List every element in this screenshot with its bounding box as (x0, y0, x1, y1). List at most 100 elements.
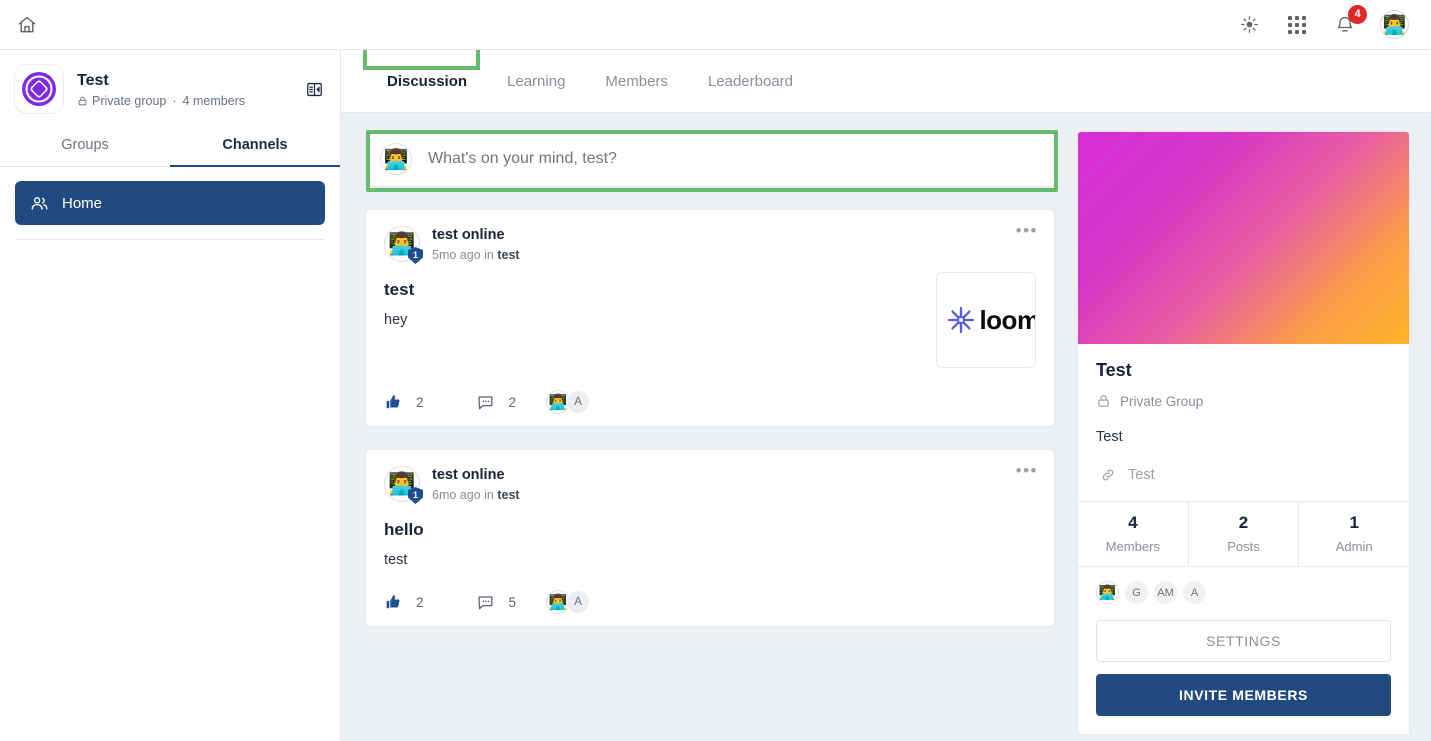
body: Test Private group · 4 members Groups Ch… (0, 50, 1431, 741)
post-time-text: 5mo ago in (432, 248, 498, 262)
notification-badge: 4 (1348, 4, 1367, 24)
loom-starburst-icon (948, 306, 975, 334)
stat-members: 4 Members (1078, 502, 1188, 566)
post-author[interactable]: test online (432, 466, 520, 484)
composer-avatar: 👨‍💻 (380, 143, 412, 175)
stat-members-label: Members (1105, 539, 1160, 554)
home-icon[interactable] (14, 12, 40, 38)
post-author[interactable]: test online (432, 226, 520, 244)
user-avatar[interactable]: 👨‍💻 (1380, 10, 1409, 39)
notifications-bell[interactable]: 4 (1332, 4, 1367, 38)
stat-members-value: 4 (1128, 513, 1138, 532)
reactor-avatar[interactable]: A (566, 390, 591, 414)
top-bar: 4 👨‍💻 (0, 0, 1431, 50)
group-banner (1078, 132, 1409, 344)
group-info-panel: Test Private Group Test Test 4 Members 2… (1077, 131, 1410, 735)
people-icon (31, 196, 48, 210)
loom-logo: loom (946, 304, 1036, 336)
group-panel-title: Test (1096, 360, 1132, 380)
post-channel[interactable]: test (497, 248, 519, 262)
comment-button[interactable]: 5 (476, 593, 517, 612)
left-sidebar: Test Private group · 4 members Groups Ch… (0, 50, 341, 741)
post-text: hey (384, 312, 408, 328)
tab-leaderboard[interactable]: Leaderboard (688, 50, 813, 112)
comment-count: 5 (508, 594, 517, 610)
post-channel[interactable]: test (497, 488, 519, 502)
like-count: 2 (416, 394, 424, 410)
tab-members[interactable]: Members (585, 50, 688, 112)
group-link-row[interactable]: Test (1096, 467, 1391, 483)
post-timestamp: 6mo ago in test (432, 488, 520, 502)
post-header: 👨‍💻 1 test online 5mo ago in test (384, 226, 1036, 264)
member-avatar[interactable]: 👨‍💻 (1096, 581, 1119, 604)
like-count: 2 (416, 594, 424, 610)
group-logo (14, 64, 64, 114)
reactor-avatars: 👨‍💻 A (546, 390, 591, 414)
post-body-text: test hey (384, 262, 922, 368)
panel-collapse-icon[interactable] (302, 77, 326, 101)
user-avatar-glyph: 👨‍💻 (1382, 14, 1407, 36)
sidebar-item-home[interactable]: Home (15, 181, 325, 225)
sidebar-tab-groups[interactable]: Groups (0, 126, 170, 167)
app-root: 4 👨‍💻 Test (0, 0, 1431, 741)
stat-admin-label: Admin (1335, 539, 1373, 554)
group-meta: Private group · 4 members (77, 94, 302, 108)
stat-posts-value: 2 (1238, 513, 1249, 532)
reactor-avatars: 👨‍💻 A (546, 590, 591, 614)
post-options-icon[interactable]: ••• (1016, 462, 1038, 479)
grid-apps-icon[interactable] (1284, 12, 1310, 38)
tab-discussion[interactable]: Discussion (367, 50, 487, 112)
feed-column: 👨‍💻 ••• 👨‍💻 1 (365, 131, 1055, 741)
settings-button[interactable]: SETTINGS (1096, 620, 1391, 662)
post-card: ••• 👨‍💻 1 test online (365, 449, 1055, 627)
tab-learning[interactable]: Learning (487, 50, 585, 112)
composer-input[interactable] (428, 150, 1040, 168)
stat-admin: 1 Admin (1298, 502, 1409, 566)
group-description: Test (1096, 429, 1123, 445)
member-avatar[interactable]: G (1125, 581, 1148, 604)
group-panel-privacy: Private Group (1096, 393, 1391, 409)
group-link-text: Test (1128, 467, 1155, 483)
post-card: ••• 👨‍💻 1 test online (365, 209, 1055, 427)
link-icon (1102, 469, 1114, 481)
post-header: 👨‍💻 1 test online 6mo ago in test (384, 466, 1036, 504)
center-column: Discussion Learning Members Leaderboard … (341, 50, 1431, 741)
sidebar-channel-list: Home (0, 167, 340, 225)
like-button[interactable]: 2 (384, 393, 424, 411)
like-button[interactable]: 2 (384, 593, 424, 611)
sidebar-tab-channels[interactable]: Channels (170, 126, 340, 167)
post-title: hello (384, 520, 424, 539)
thumbs-up-icon (386, 595, 400, 609)
sun-icon[interactable] (1236, 12, 1262, 38)
thumbs-up-icon (386, 395, 400, 409)
content-tabbar: Discussion Learning Members Leaderboard (341, 50, 1431, 113)
lock-icon (1098, 395, 1109, 407)
sidebar-divider (15, 239, 325, 240)
invite-members-button[interactable]: INVITE MEMBERS (1096, 674, 1391, 716)
grid-apps-dots (1288, 15, 1306, 34)
group-logo-icon (22, 72, 56, 106)
sidebar-group-info: Test Private group · 4 members (77, 71, 302, 108)
post-meta: test online 6mo ago in test (432, 466, 520, 502)
comment-button[interactable]: 2 (476, 393, 516, 412)
post-avatar-wrap: 👨‍💻 1 (384, 226, 423, 264)
post-timestamp: 5mo ago in test (432, 248, 520, 262)
post-options-icon[interactable]: ••• (1016, 222, 1038, 239)
comment-bubble-icon (478, 595, 492, 609)
member-avatar[interactable]: A (1183, 581, 1206, 604)
loom-wordmark: loom (979, 304, 1036, 335)
member-avatar[interactable]: AM (1154, 581, 1177, 604)
member-avatar-list: 👨‍💻 G AM A (1078, 567, 1409, 604)
stat-admin-value: 1 (1349, 513, 1359, 532)
feed-area: 👨‍💻 ••• 👨‍💻 1 (341, 113, 1431, 741)
post-composer[interactable]: 👨‍💻 (365, 131, 1055, 187)
comment-bubble-icon (478, 395, 492, 409)
post-body-text: hello test (384, 502, 1036, 568)
post-title: test (384, 280, 415, 299)
reactor-avatar[interactable]: A (566, 590, 591, 614)
lock-icon (78, 96, 87, 105)
group-name: Test (77, 71, 109, 89)
group-panel-buttons: SETTINGS INVITE MEMBERS (1078, 604, 1409, 734)
post-thumbnail-loom[interactable]: loom (936, 272, 1036, 368)
group-info-body: Test Private Group Test Test (1078, 344, 1409, 483)
